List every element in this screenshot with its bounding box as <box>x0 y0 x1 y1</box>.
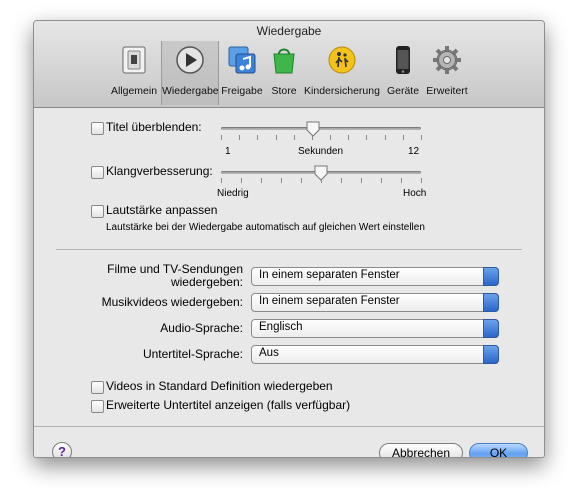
slider-tick <box>421 178 422 183</box>
sd-videos-label: Videos in Standard Definition wiedergebe… <box>106 379 333 393</box>
audio-language-label: Audio-Sprache: <box>160 321 243 335</box>
crossfade-unit-label: Sekunden <box>298 146 344 157</box>
slider-tick <box>401 178 402 183</box>
slider-tick <box>384 135 386 140</box>
movies-playback-select[interactable]: In einem separaten Fenster <box>251 267 499 286</box>
toolbar-item-erweitert[interactable]: Erweitert <box>423 41 471 105</box>
toolbar-label-kindersicherung: Kindersicherung <box>304 85 380 97</box>
subtitle-language-value: Aus <box>259 347 279 359</box>
toolbar-label-erweitert: Erweitert <box>426 85 468 97</box>
slider-tick <box>257 135 259 140</box>
movies-label-line2: wiedergeben: <box>170 275 243 289</box>
chevron-updown-icon <box>483 267 499 286</box>
slider-tick <box>221 178 222 183</box>
sound-enhancer-slider-thumb[interactable] <box>314 165 328 181</box>
toolbar-item-store[interactable]: Store <box>266 41 302 105</box>
playback-pane: Titel überblenden: 1 Sekunden 12 Klangve… <box>34 108 544 457</box>
device-icon <box>396 46 410 74</box>
slider-tick <box>221 135 222 140</box>
sound-enhancer-checkbox[interactable] <box>91 166 104 179</box>
slider-tick <box>402 135 404 140</box>
title-bar: Wiedergabe Allgemein Wiedergabe Freigabe… <box>34 21 544 108</box>
toolbar-item-allgemein[interactable]: Allgemein <box>107 41 161 105</box>
store-bag-icon <box>273 48 295 74</box>
play-icon <box>176 46 204 74</box>
slider-tick <box>241 178 242 183</box>
crossfade-min-label: 1 <box>225 146 231 157</box>
parental-control-icon <box>328 46 356 74</box>
ok-button[interactable]: OK <box>469 443 528 457</box>
chevron-updown-icon <box>483 319 499 338</box>
toolbar-label-wiedergabe: Wiedergabe <box>162 85 219 97</box>
slider-tick <box>275 135 277 140</box>
crossfade-slider-track[interactable] <box>221 127 421 130</box>
slider-tick <box>281 178 282 183</box>
toolbar-item-wiedergabe[interactable]: Wiedergabe <box>161 41 219 105</box>
toolbar-item-geraete[interactable]: Geräte <box>386 41 420 105</box>
crossfade-max-label: 12 <box>408 146 420 157</box>
toolbar-item-kindersicherung[interactable]: Kindersicherung <box>304 41 380 105</box>
sound-enhancer-high-label: Hoch <box>403 188 427 199</box>
closed-captions-label: Erweiterte Untertitel anzeigen (falls ve… <box>106 398 351 412</box>
slider-tick <box>261 178 262 183</box>
slider-tick <box>348 135 350 140</box>
preferences-window: Wiedergabe Allgemein Wiedergabe Freigabe… <box>33 20 545 458</box>
help-button[interactable]: ? <box>52 442 72 457</box>
music-videos-select[interactable]: In einem separaten Fenster <box>251 293 499 312</box>
chevron-updown-icon <box>483 293 499 312</box>
gear-icon <box>433 46 461 74</box>
toolbar-label-geraete: Geräte <box>386 85 420 97</box>
chevron-updown-icon <box>483 345 499 364</box>
slider-tick <box>361 178 362 183</box>
toolbar-item-freigabe[interactable]: Freigabe <box>220 41 264 105</box>
toolbar-label-store: Store <box>271 85 297 97</box>
slider-tick <box>341 178 342 183</box>
music-share-icon <box>228 46 256 74</box>
crossfade-slider-thumb[interactable] <box>306 121 320 137</box>
audio-language-value: Englisch <box>259 321 303 333</box>
sound-enhancer-low-label: Niedrig <box>217 188 249 199</box>
crossfade-checkbox[interactable] <box>91 122 104 135</box>
sound-enhancer-label: Klangverbesserung: <box>106 164 213 178</box>
switch-icon <box>122 46 146 74</box>
slider-tick <box>293 135 295 140</box>
slider-tick <box>366 135 368 140</box>
toolbar-label-freigabe: Freigabe <box>221 85 263 97</box>
toolbar-label-allgemein: Allgemein <box>110 85 158 97</box>
slider-tick <box>330 135 332 140</box>
music-videos-label: Musikvideos wiedergeben: <box>101 295 243 309</box>
audio-language-select[interactable]: Englisch <box>251 319 499 338</box>
movies-label-line1: Filme und TV-Sendungen <box>107 262 243 276</box>
closed-captions-checkbox[interactable] <box>91 400 104 413</box>
section-separator <box>56 249 522 250</box>
slider-tick <box>301 178 302 183</box>
sound-check-label: Lautstärke anpassen <box>106 203 218 217</box>
music-videos-value: In einem separaten Fenster <box>259 295 400 307</box>
footer-separator <box>34 426 544 427</box>
subtitle-language-select[interactable]: Aus <box>251 345 499 364</box>
sound-check-description: Lautstärke bei der Wiedergabe automatisc… <box>106 222 425 233</box>
sd-videos-checkbox[interactable] <box>91 381 104 394</box>
slider-tick <box>239 135 241 140</box>
window-title: Wiedergabe <box>256 24 322 38</box>
movies-playback-value: In einem separaten Fenster <box>259 269 400 281</box>
subtitle-language-label: Untertitel-Sprache: <box>142 347 243 361</box>
slider-tick <box>421 135 422 140</box>
crossfade-label: Titel überblenden: <box>106 120 202 134</box>
sound-check-checkbox[interactable] <box>91 205 104 218</box>
slider-tick <box>381 178 382 183</box>
cancel-button[interactable]: Abbrechen <box>379 443 463 457</box>
